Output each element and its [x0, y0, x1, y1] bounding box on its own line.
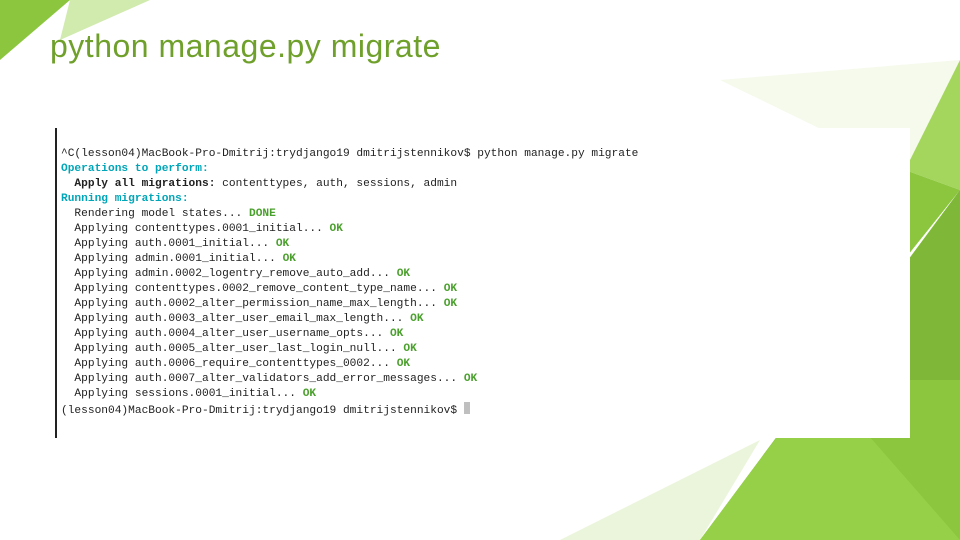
- slide-title: python manage.py migrate: [50, 28, 441, 65]
- terminal-output: ^C(lesson04)MacBook-Pro-Dmitrij:trydjang…: [55, 128, 910, 438]
- terminal-line-migration: Applying auth.0002_alter_permission_name…: [61, 297, 906, 312]
- terminal-line-migration: Applying auth.0001_initial... OK: [61, 237, 906, 252]
- terminal-line-migration: Applying contenttypes.0002_remove_conten…: [61, 282, 906, 297]
- terminal-line-migration: Applying contenttypes.0001_initial... OK: [61, 222, 906, 237]
- terminal-line-migration: Applying admin.0002_logentry_remove_auto…: [61, 267, 906, 282]
- terminal-line-apply-all: Apply all migrations: contenttypes, auth…: [61, 177, 906, 192]
- terminal-line-prompt-final: (lesson04)MacBook-Pro-Dmitrij:trydjango1…: [61, 402, 906, 419]
- terminal-line-prompt: ^C(lesson04)MacBook-Pro-Dmitrij:trydjang…: [61, 147, 906, 162]
- terminal-line-migration: Applying auth.0007_alter_validators_add_…: [61, 372, 906, 387]
- terminal-line-rendering: Rendering model states... DONE: [61, 207, 906, 222]
- terminal-line-migration: Applying auth.0006_require_contenttypes_…: [61, 357, 906, 372]
- cursor-icon: [464, 402, 470, 414]
- terminal-line-running-header: Running migrations:: [61, 192, 906, 207]
- terminal-line-migration: Applying sessions.0001_initial... OK: [61, 387, 906, 402]
- terminal-line-operations-header: Operations to perform:: [61, 162, 906, 177]
- terminal-line-migration: Applying auth.0004_alter_user_username_o…: [61, 327, 906, 342]
- terminal-line-migration: Applying auth.0005_alter_user_last_login…: [61, 342, 906, 357]
- terminal-line-migration: Applying admin.0001_initial... OK: [61, 252, 906, 267]
- terminal-line-migration: Applying auth.0003_alter_user_email_max_…: [61, 312, 906, 327]
